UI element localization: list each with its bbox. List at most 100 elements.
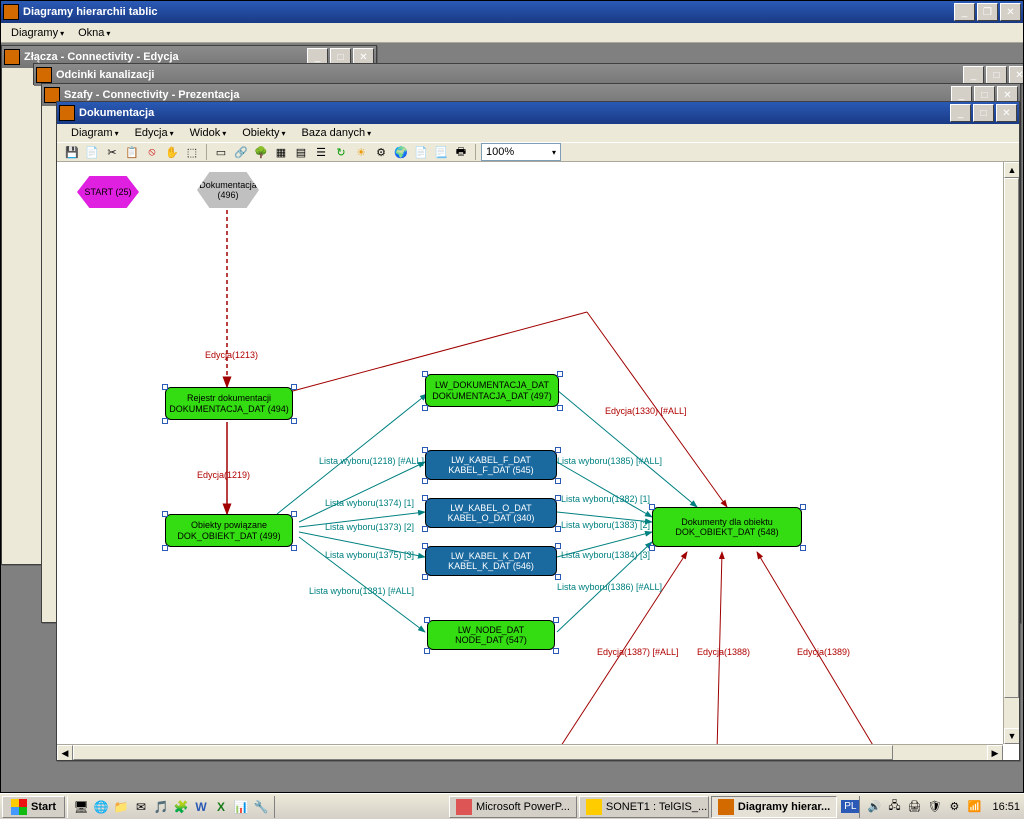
start-button[interactable]: Start [2,796,65,818]
copy-icon[interactable]: 📄 [83,143,101,161]
world-icon[interactable]: 🌍 [392,143,410,161]
node-label: LW_KABEL_K_DAT [451,551,531,561]
node-label: KABEL_O_DAT (340) [448,513,535,523]
scroll-thumb[interactable] [1004,178,1019,698]
diagram-canvas[interactable]: START (25) Dokumentacja (496) Rejestr do… [57,162,1019,760]
menu-bazadanych[interactable]: Baza danych▾ [296,125,378,141]
horizontal-scrollbar[interactable]: ◀ ▶ [57,744,1003,760]
tree-icon[interactable]: 🌳 [252,143,270,161]
cancel-icon[interactable]: ⦸ [143,143,161,161]
grid-icon[interactable]: ▦ [272,143,290,161]
tray-icon[interactable]: ⚙ [946,799,962,815]
explorer-icon[interactable]: 📁 [112,798,130,816]
scroll-thumb[interactable] [73,745,893,760]
node-kabel-k[interactable]: LW_KABEL_K_DAT KABEL_K_DAT (546) [425,546,557,576]
node-obiekty[interactable]: Obiekty powiązane DOK_OBIEKT_DAT (499) [165,514,293,547]
outlook-icon[interactable]: ✉ [132,798,150,816]
hierarchy-icon[interactable]: 🔗 [232,143,250,161]
menu-diagramy[interactable]: Diagramy▾ [5,25,70,41]
task-sonet[interactable]: SONET1 : TelGIS_... [579,796,709,818]
media-icon[interactable]: 🎵 [152,798,170,816]
desktop-icon[interactable]: 🖥 [72,798,90,816]
menu-widok[interactable]: Widok▾ [184,125,233,141]
layout-icon[interactable]: ▤ [292,143,310,161]
ie-icon[interactable]: 🌐 [92,798,110,816]
close-button[interactable]: ✕ [1009,66,1023,84]
close-button[interactable]: ✕ [1000,3,1021,21]
window-icon [59,105,75,121]
node-kabel-o[interactable]: LW_KABEL_O_DAT KABEL_O_DAT (340) [425,498,557,528]
app-icon[interactable]: 🧩 [172,798,190,816]
tray-icon[interactable]: 📶 [966,799,982,815]
node-lwnode[interactable]: LW_NODE_DAT NODE_DAT (547) [427,620,555,650]
scroll-up-icon[interactable]: ▲ [1004,162,1019,178]
tray-icon[interactable]: 🛡 [926,799,942,815]
word-icon[interactable]: W [192,798,210,816]
excel-icon[interactable]: X [212,798,230,816]
node-label: DOK_OBIEKT_DAT (548) [675,527,778,537]
node-label: START (25) [84,187,131,197]
menu-okna[interactable]: Okna▾ [72,25,116,41]
zoom-combo[interactable]: 100%▾ [481,143,561,161]
scroll-right-icon[interactable]: ▶ [987,745,1003,760]
sun-icon[interactable]: ☀ [352,143,370,161]
clock[interactable]: 16:51 [988,801,1024,813]
powerpoint-icon [456,799,472,815]
task-powerpoint[interactable]: Microsoft PowerP... [449,796,577,818]
edge-label: Edycja(1389) [797,647,850,657]
windows-logo-icon [11,799,27,815]
app2-icon[interactable]: 📊 [232,798,250,816]
app3-icon[interactable]: 🔧 [252,798,270,816]
minimize-button[interactable]: _ [950,104,971,122]
menu-edycja[interactable]: Edycja▾ [129,125,180,141]
select-icon[interactable]: ⬚ [183,143,201,161]
task-diagramy[interactable]: Diagramy hierar... [711,796,837,818]
node-kabel-f[interactable]: LW_KABEL_F_DAT KABEL_F_DAT (545) [425,450,557,480]
node-label: (496) [217,190,238,200]
doc-icon[interactable]: 📄 [412,143,430,161]
refresh-icon[interactable]: ↻ [332,143,350,161]
window-zlacza-title: Złącza - Connectivity - Edycja [24,51,307,63]
taskbar-buttons: Microsoft PowerP... SONET1 : TelGIS_... … [275,796,841,818]
tray-icon[interactable]: 🖧 [886,799,902,815]
edge-label: Edycja(1387) [#ALL] [597,647,679,657]
close-button[interactable]: ✕ [996,104,1017,122]
gear-icon[interactable]: ⚙ [372,143,390,161]
node-dok-hex[interactable]: Dokumentacja (496) [197,172,259,208]
menu-diagram[interactable]: Diagram▾ [65,125,125,141]
node-label: KABEL_K_DAT (546) [448,561,534,571]
node-dok-dla-obiektu[interactable]: Dokumenty dla obiektu DOK_OBIEKT_DAT (54… [652,507,802,547]
page-icon[interactable]: 📃 [432,143,450,161]
node-rejestr[interactable]: Rejestr dokumentacji DOKUMENTACJA_DAT (4… [165,387,293,420]
language-indicator[interactable]: PL [841,800,859,813]
minimize-button[interactable]: _ [963,66,984,84]
scroll-left-icon[interactable]: ◀ [57,745,73,760]
sonet-icon [586,799,602,815]
window-dokumentacja[interactable]: Dokumentacja _ □ ✕ Diagram▾ Edycja▾ Wido… [56,101,1020,761]
cut-icon[interactable]: ✂ [103,143,121,161]
menu-obiekty[interactable]: Obiekty▾ [236,125,291,141]
maximize-button[interactable]: □ [973,104,994,122]
node-tool-icon[interactable]: ▭ [212,143,230,161]
taskbar: Start 🖥 🌐 📁 ✉ 🎵 🧩 W X 📊 🔧 Microsoft Powe… [0,793,1024,819]
node-lwdok[interactable]: LW_DOKUMENTACJA_DAT DOKUMENTACJA_DAT (49… [425,374,559,407]
vertical-scrollbar[interactable]: ▲ ▼ [1003,162,1019,744]
window-odcinki[interactable]: Odcinki kanalizacji _ □ ✕ [33,63,1023,85]
print-icon[interactable]: 🖶 [452,143,470,161]
node-start[interactable]: START (25) [77,176,139,208]
hand-icon[interactable]: ✋ [163,143,181,161]
node-label: DOKUMENTACJA_DAT (497) [432,391,552,401]
edge-label: Lista wyboru(1382) [1] [561,494,650,504]
scroll-down-icon[interactable]: ▼ [1004,728,1019,744]
save-icon[interactable]: 💾 [63,143,81,161]
tray-icon[interactable]: 🖨 [906,799,922,815]
maximize-button[interactable]: □ [986,66,1007,84]
node-label: DOK_OBIEKT_DAT (499) [177,531,280,541]
app-titlebar[interactable]: Diagramy hierarchii tablic _ ❐ ✕ [1,1,1023,23]
paste-icon[interactable]: 📋 [123,143,141,161]
tray-icon[interactable]: 🔊 [866,799,882,815]
window-dok-title: Dokumentacja [79,107,950,119]
restore-button[interactable]: ❐ [977,3,998,21]
layers-icon[interactable]: ☰ [312,143,330,161]
minimize-button[interactable]: _ [954,3,975,21]
